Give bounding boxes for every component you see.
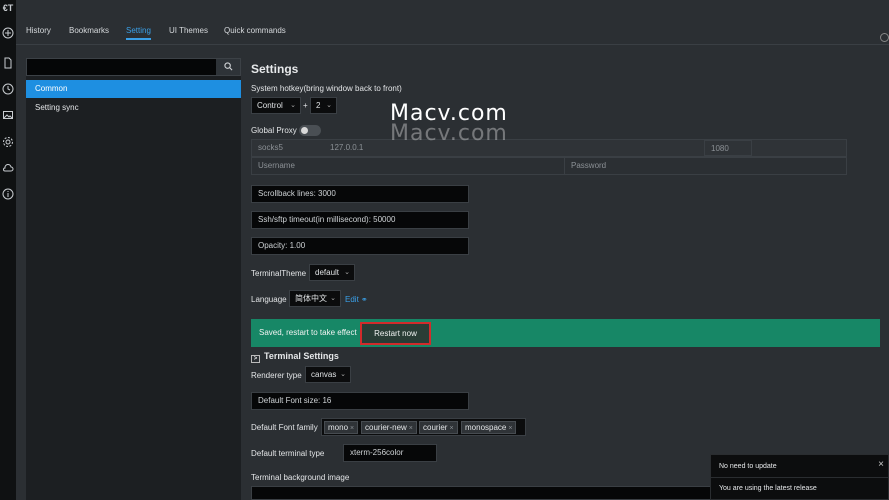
font-chip-courier[interactable]: courier × <box>419 421 458 434</box>
terminal-type-input[interactable]: xterm-256color <box>343 444 437 462</box>
file-icon[interactable] <box>2 57 14 69</box>
font-chip-label: monospace <box>465 423 507 432</box>
left-icon-bar: €T <box>0 0 16 500</box>
remove-chip-icon[interactable]: × <box>350 425 354 432</box>
terminal-theme-label: TerminalTheme <box>251 269 307 278</box>
font-chip-label: courier-new <box>365 423 407 432</box>
proxy-password-input[interactable]: Password <box>565 158 606 174</box>
terminal-settings-title: Terminal Settings <box>264 351 339 361</box>
font-chip-label: courier <box>423 423 448 432</box>
opacity-input[interactable]: Opacity: 1.00 <box>251 237 469 255</box>
remove-chip-icon[interactable]: × <box>449 425 453 432</box>
renderer-type-select[interactable]: canvas ⌄ <box>305 366 351 383</box>
bg-image-input[interactable] <box>251 486 711 500</box>
link-icon: ⚭ <box>361 295 368 304</box>
app-logo: €T <box>2 3 14 13</box>
hotkey-plus: + <box>303 101 308 110</box>
page-title: Settings <box>251 62 299 76</box>
terminal-theme-select[interactable]: default ⌄ <box>309 264 355 281</box>
refresh-icon[interactable] <box>880 33 889 42</box>
toast-message: You are using the latest release <box>719 485 817 492</box>
font-family-label: Default Font family <box>251 423 318 432</box>
update-toast: No need to update × You are using the la… <box>710 454 889 500</box>
renderer-type-value: canvas <box>311 370 337 379</box>
tab-setting[interactable]: Setting <box>126 26 151 40</box>
chevron-down-icon: ⌄ <box>330 295 336 302</box>
cloud-icon[interactable] <box>2 162 14 174</box>
restart-message: Saved, restart to take effect <box>259 328 357 337</box>
language-edit-label: Edit <box>345 295 359 304</box>
terminal-type-label: Default terminal type <box>251 449 325 458</box>
info-icon[interactable] <box>2 188 14 200</box>
language-label: Language <box>251 295 287 304</box>
restart-banner: Saved, restart to take effect Restart no… <box>251 319 880 347</box>
hotkey-key-value: 2 <box>316 101 321 110</box>
global-proxy-toggle[interactable] <box>299 125 321 136</box>
plus-circle-icon[interactable] <box>2 27 14 39</box>
font-size-input[interactable]: Default Font size: 16 <box>251 392 469 410</box>
restart-now-button[interactable]: Restart now <box>360 322 431 345</box>
gear-icon[interactable] <box>2 136 14 148</box>
font-chip-courier-new[interactable]: courier-new × <box>361 421 417 434</box>
language-edit-link[interactable]: Edit ⚭ <box>345 295 368 304</box>
bg-image-label: Terminal background image <box>251 473 350 482</box>
tab-divider <box>16 44 889 45</box>
font-chip-label: mono <box>328 423 349 432</box>
renderer-type-label: Renderer type <box>251 371 302 380</box>
font-chip-monospace[interactable]: monospace × <box>461 421 517 434</box>
language-value: 简体中文 <box>295 294 327 303</box>
proxy-host-input[interactable]: 127.0.0.1 <box>324 140 363 156</box>
watermark-reflection: Macv.com <box>390 121 508 146</box>
hotkey-label: System hotkey(bring window back to front… <box>251 84 402 93</box>
top-tab-bar: History Bookmarks Setting UI Themes Quic… <box>16 0 889 52</box>
remove-chip-icon[interactable]: × <box>409 425 413 432</box>
tab-ui-themes[interactable]: UI Themes <box>169 26 208 35</box>
settings-sidebar: Common Setting sync <box>26 58 241 500</box>
chevron-down-icon: ⌄ <box>344 269 350 276</box>
proxy-address-row: socks5 127.0.0.1 1080 <box>251 139 847 157</box>
settings-panel: Settings System hotkey(bring window back… <box>251 52 889 500</box>
sidebar-item-setting-sync[interactable]: Setting sync <box>26 99 241 117</box>
scrollback-input[interactable]: Scrollback lines: 3000 <box>251 185 469 203</box>
toast-divider <box>711 477 888 478</box>
image-icon[interactable] <box>2 109 14 121</box>
remove-chip-icon[interactable]: × <box>508 425 512 432</box>
search-icon[interactable] <box>216 59 240 75</box>
close-icon[interactable]: × <box>878 459 884 470</box>
sidebar-item-common[interactable]: Common <box>26 80 241 98</box>
search-input[interactable] <box>26 58 241 76</box>
terminal-icon: > <box>251 355 260 363</box>
tab-history[interactable]: History <box>26 26 51 35</box>
tab-bookmarks[interactable]: Bookmarks <box>69 26 109 35</box>
font-family-select[interactable]: mono × courier-new × courier × monospace × <box>321 418 526 436</box>
global-proxy-label: Global Proxy <box>251 126 297 135</box>
proxy-auth-row: Username Password <box>251 157 847 175</box>
timeout-input[interactable]: Ssh/sftp timeout(in millisecond): 50000 <box>251 211 469 229</box>
terminal-settings-heading: > Terminal Settings <box>251 351 339 363</box>
language-select[interactable]: 简体中文 ⌄ <box>289 290 341 307</box>
terminal-theme-value: default <box>315 268 340 277</box>
tab-quick-commands[interactable]: Quick commands <box>224 26 286 35</box>
chevron-down-icon: ⌄ <box>340 371 346 378</box>
chevron-down-icon: ⌄ <box>326 102 332 109</box>
proxy-port-input[interactable]: 1080 <box>704 140 752 156</box>
hotkey-key-select[interactable]: 2 ⌄ <box>310 97 337 114</box>
hotkey-modifier-select[interactable]: Control ⌄ <box>251 97 301 114</box>
font-chip-mono[interactable]: mono × <box>324 421 359 434</box>
chevron-down-icon: ⌄ <box>290 102 296 109</box>
proxy-type-select[interactable]: socks5 <box>252 140 292 156</box>
proxy-username-input[interactable]: Username <box>252 158 565 174</box>
clock-icon[interactable] <box>2 83 14 95</box>
toast-title: No need to update <box>719 463 777 470</box>
hotkey-modifier-value: Control <box>257 101 283 110</box>
